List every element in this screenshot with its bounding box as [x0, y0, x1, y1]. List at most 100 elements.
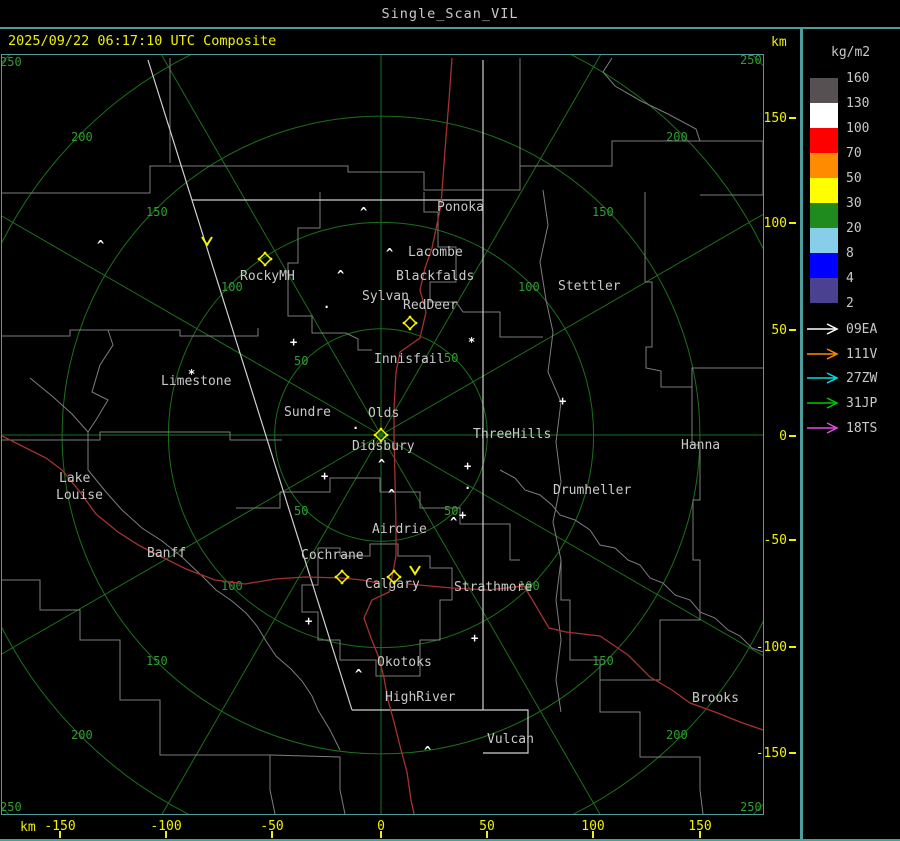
ring-distance-label: 150 [146, 205, 168, 219]
town-marker: + [321, 469, 328, 483]
town-marker: . [464, 478, 471, 492]
town-marker: ^ [360, 205, 367, 219]
radar-site-dot [373, 433, 377, 437]
legend-scale-value: 100 [846, 121, 870, 136]
title-divider [0, 27, 900, 29]
legend-scale-value: 70 [846, 146, 862, 161]
ring-distance-label: 200 [666, 130, 688, 144]
right-axis-tick-label: 150 [763, 111, 787, 126]
radar-site-dot [392, 569, 396, 573]
boundary-line [87, 329, 114, 433]
radar-arrow-icon [807, 422, 839, 434]
city-label-reddeer: RedDeer [403, 298, 458, 313]
bottom-axis-unit-label: km [20, 820, 36, 835]
boundary-line [2, 140, 763, 194]
ring-distance-label: 250 [740, 800, 762, 814]
scan-timestamp: 2025/09/22 06:17:10 UTC Composite [8, 33, 277, 49]
legend-scale-value: 20 [846, 221, 862, 236]
right-axis-tick-label: 0 [779, 429, 787, 444]
city-label-olds: Olds [368, 406, 399, 421]
town-marker: ^ [355, 667, 362, 681]
town-marker: ^ [450, 515, 457, 529]
city-label-lacombe: Lacombe [408, 245, 463, 260]
boundary-line [602, 57, 701, 142]
ring-distance-label: 100 [518, 280, 540, 294]
radar-site-dot [398, 575, 402, 579]
legend-scale-value: 4 [846, 271, 854, 286]
boundary-line [539, 189, 562, 713]
radar-site-dot [414, 321, 418, 325]
city-label-stettler: Stettler [558, 279, 621, 294]
boundary-line [560, 560, 704, 814]
bottom-axis-tick-mark [165, 831, 167, 838]
legend-color-swatch [810, 253, 838, 278]
window-title: Single_Scan_VIL [381, 6, 519, 22]
legend-divider [800, 27, 803, 841]
storm-arrow-icon [409, 565, 421, 576]
town-marker: * [468, 335, 475, 349]
scan-sector-outline [147, 59, 529, 754]
town-marker: + [290, 335, 297, 349]
city-label-didsbury: Didsbury [352, 439, 415, 454]
town-marker: . [323, 297, 330, 311]
town-marker: + [464, 459, 471, 473]
city-label-blackfalds: Blackfalds [396, 269, 474, 284]
ring-distance-label: 50 [444, 351, 458, 365]
right-axis-unit-label: km [771, 35, 787, 50]
town-marker: ^ [337, 268, 344, 282]
town-marker: ^ [386, 246, 393, 260]
radar-site-dot [402, 321, 406, 325]
bottom-axis-tick-mark [271, 831, 273, 838]
boundary-line [269, 754, 346, 814]
legend-color-swatch [810, 103, 838, 128]
ring-distance-label: 200 [71, 728, 93, 742]
ring-distance-label: 250 [2, 800, 22, 814]
radar-id-label: 09EA [846, 322, 878, 337]
right-axis-tick-label: -50 [763, 533, 787, 548]
bottom-axis-tick-mark [380, 831, 382, 838]
legend-color-swatch [810, 128, 838, 153]
bottom-axis-tick-mark [699, 831, 701, 838]
radar-site-dot [386, 575, 390, 579]
city-label-banff: Banff [147, 546, 186, 561]
right-axis-tick-mark [789, 539, 796, 541]
legend-scale-value: 8 [846, 246, 854, 261]
legend-color-swatch [810, 153, 838, 178]
right-axis-tick-mark [789, 329, 796, 331]
city-label-highriver: HighRiver [385, 690, 456, 705]
boundary-line [644, 192, 763, 388]
city-label-airdrie: Airdrie [372, 522, 427, 537]
city-label-innisfail: Innisfail [374, 352, 444, 367]
storm-arrow-icon [201, 236, 213, 247]
legend-color-swatch [810, 78, 838, 103]
right-axis-tick-label: 100 [763, 216, 787, 231]
bottom-axis-tick-mark [486, 831, 488, 838]
azimuth-radials [2, 55, 763, 814]
ring-distance-label: 150 [592, 654, 614, 668]
ring-distance-label: 150 [146, 654, 168, 668]
right-axis-tick-mark [789, 646, 796, 648]
legend-unit-label: kg/m2 [831, 45, 871, 60]
town-marker: ^ [378, 457, 385, 471]
legend-scale-value: 130 [846, 96, 870, 111]
city-label-drumheller: Drumheller [553, 483, 631, 498]
town-marker: . [352, 418, 359, 432]
legend-color-swatch [810, 228, 838, 253]
city-label-ponoka: Ponoka [437, 200, 484, 215]
radar-site-diamond-icon [402, 315, 418, 331]
map-canvas[interactable]: 5010015020025050100150200250501001502002… [1, 54, 764, 815]
radar-arrow-icon [807, 397, 839, 409]
radar-site-dot [379, 439, 383, 443]
right-axis-tick-label: 50 [771, 323, 787, 338]
radar-site-dot [385, 433, 389, 437]
radar-site-dot [340, 581, 344, 585]
radar-id-label: 27ZW [846, 371, 878, 386]
city-label-sundre: Sundre [284, 405, 331, 420]
legend-scale-value: 30 [846, 196, 862, 211]
boundary-line [2, 579, 276, 814]
radar-id-label: 31JP [846, 396, 878, 411]
city-label-lake: Lake [59, 471, 90, 486]
boundary-line [29, 377, 341, 751]
radar-site-diamond-icon [334, 569, 350, 585]
town-marker: + [559, 394, 566, 408]
